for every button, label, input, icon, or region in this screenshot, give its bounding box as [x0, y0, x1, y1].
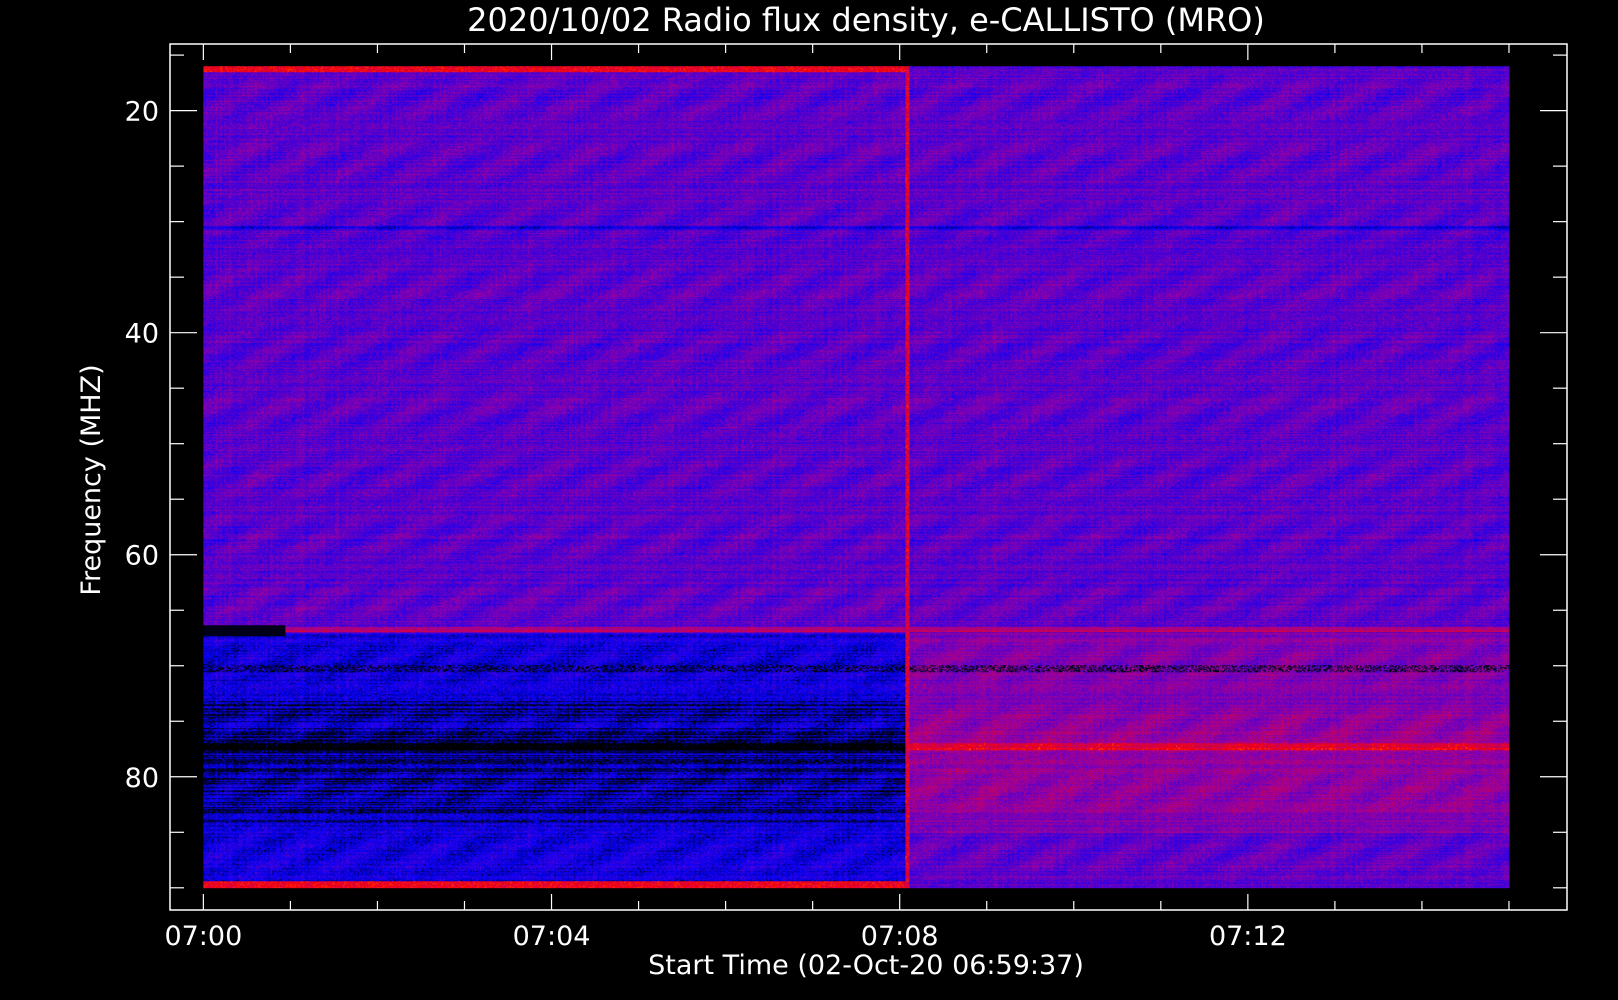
- y-tick-label: 40: [125, 319, 159, 350]
- x-tick-label: 07:12: [1209, 921, 1287, 952]
- x-axis-label: Start Time (02-Oct-20 06:59:37): [648, 950, 1084, 981]
- heatmap-area: [203, 66, 1510, 889]
- spectrogram-image: [203, 66, 1510, 889]
- x-tick-label: 07:00: [164, 921, 242, 952]
- x-tick-label: 07:08: [861, 921, 939, 952]
- y-tick-label: 20: [125, 97, 159, 128]
- y-axis-label: Frequency (MHZ): [76, 364, 107, 595]
- y-tick-label: 60: [125, 541, 159, 572]
- y-tick-label: 80: [125, 763, 159, 794]
- x-tick-label: 07:04: [513, 921, 591, 952]
- chart-title: 2020/10/02 Radio flux density, e-CALLIST…: [467, 1, 1265, 39]
- spectrogram-chart: 2020/10/02 Radio flux density, e-CALLIST…: [0, 0, 1618, 1000]
